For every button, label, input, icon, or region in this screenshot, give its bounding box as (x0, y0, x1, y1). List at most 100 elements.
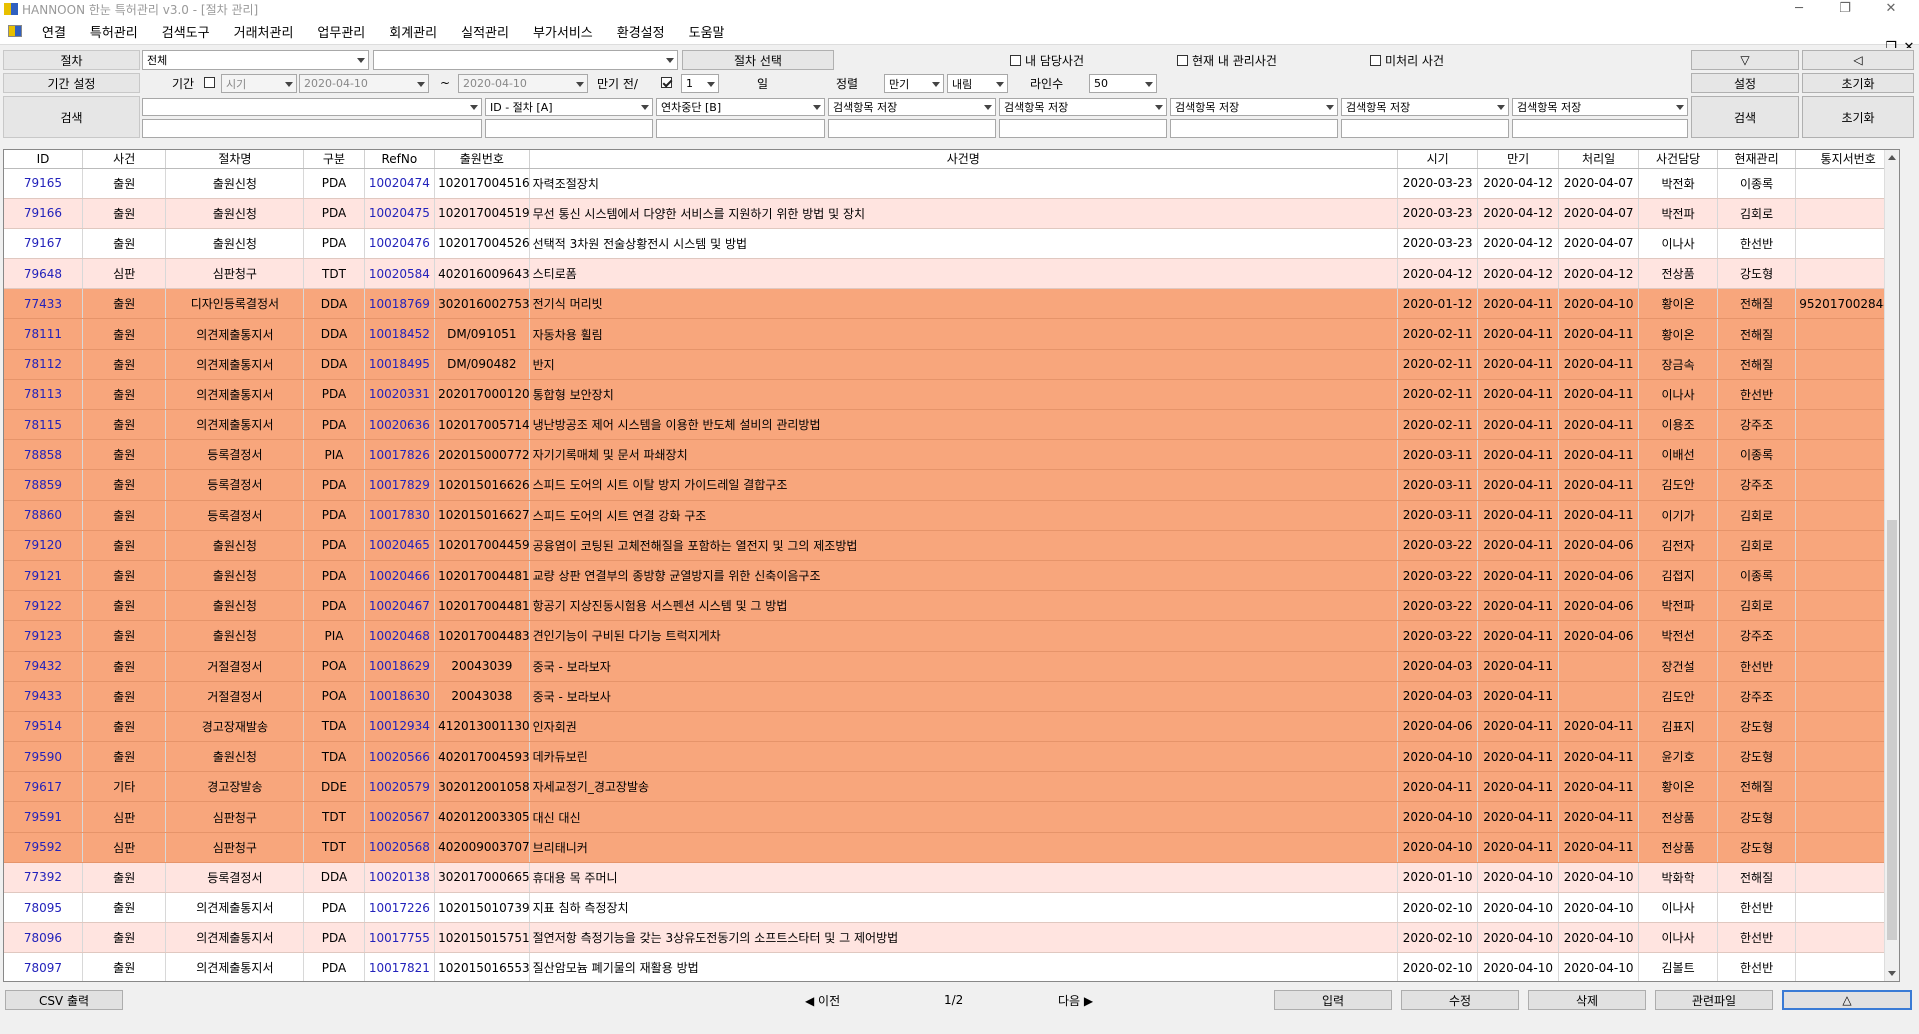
cell-ref-no[interactable]: 10020466 (364, 560, 436, 592)
scroll-up-icon[interactable] (1888, 155, 1896, 160)
cell-ref-no[interactable]: 10020475 (364, 198, 436, 229)
column-header-case-manager[interactable]: 사건담당 (1638, 150, 1718, 169)
cell-id[interactable]: 79590 (4, 741, 83, 773)
cell-id[interactable]: 79167 (4, 228, 83, 260)
table-row[interactable]: 78112 출원 의견제출통지서 DDA 10018495 DM/090482 반지 2020… (4, 349, 1899, 380)
table-row[interactable]: 79165 출원 출원신청 PDA 10020474 1020170045164 자력조절장… (4, 168, 1899, 199)
cell-ref-no[interactable]: 10012934 (364, 711, 436, 743)
menu-connect[interactable]: 연결 (30, 22, 78, 41)
column-header-processed-date[interactable]: 처리일 (1558, 150, 1640, 169)
scroll-top-button[interactable]: △ (1782, 990, 1912, 1010)
menu-search-tools[interactable]: 검색도구 (150, 22, 222, 41)
edit-button[interactable]: 수정 (1401, 990, 1519, 1010)
table-row[interactable]: 79617 기타 경고장발송 DDE 10020579 3020120010583 자세교정… (4, 771, 1899, 803)
cell-id[interactable]: 77392 (4, 862, 83, 894)
table-row[interactable]: 79432 출원 거절결정서 POA 10018629 20043039 중국 - 보라보자… (4, 651, 1899, 682)
date-from-picker[interactable]: 2020-04-10 (299, 74, 429, 93)
cell-ref-no[interactable]: 10020138 (364, 862, 436, 894)
line-count-select[interactable]: 50 (1089, 74, 1157, 93)
cell-ref-no[interactable]: 10017829 (364, 469, 436, 501)
back-button[interactable]: ◁ (1802, 50, 1914, 70)
search-input-6[interactable] (1170, 119, 1338, 138)
table-row[interactable]: 79591 심판 심판청구 TDT 10020567 4020120033053 대신 대신… (4, 801, 1899, 833)
cell-id[interactable]: 77433 (4, 288, 83, 320)
table-row[interactable]: 79167 출원 출원신청 PDA 10020476 1020170045267 선택적 3… (4, 228, 1899, 260)
column-header-id[interactable]: ID (4, 150, 83, 169)
table-row[interactable]: 78111 출원 의견제출통지서 DDA 10018452 DM/091051 자동차용 휠… (4, 318, 1899, 350)
table-row[interactable]: 79123 출원 출원신청 PIA 10020468 1020170044833 견인기능이… (4, 620, 1899, 652)
search-field-select-6[interactable]: 검색항목 저장 (1170, 98, 1338, 116)
search-field-select-1[interactable] (142, 98, 482, 116)
cell-ref-no[interactable]: 10020636 (364, 409, 436, 441)
table-row[interactable]: 79166 출원 출원신청 PDA 10020475 1020170045199 무선 통신… (4, 198, 1899, 229)
cell-ref-no[interactable]: 10017830 (364, 500, 436, 531)
date-to-picker[interactable]: 2020-04-10 (458, 74, 588, 93)
search-field-select-7[interactable]: 검색항목 저장 (1341, 98, 1509, 116)
table-row[interactable]: 79592 심판 심판청구 TDT 10020568 4020090037079 브리태니커… (4, 832, 1899, 863)
cell-id[interactable]: 78095 (4, 892, 83, 924)
procedure-table[interactable]: ID 사건 절차명 구분 RefNo 출원번호 사건명 시기 만기 처리일 사건담당 현재관리 통지서번… (3, 149, 1900, 982)
sort-field-select[interactable]: 만기 (884, 74, 944, 93)
cell-ref-no[interactable]: 10017226 (364, 892, 436, 924)
search-input-8[interactable] (1512, 119, 1688, 138)
cell-id[interactable]: 78111 (4, 318, 83, 350)
search-field-select-2[interactable]: ID - 절차 [A] (485, 98, 653, 116)
column-header-due-date[interactable]: 만기 (1477, 150, 1559, 169)
cell-ref-no[interactable]: 10020584 (364, 258, 436, 290)
cell-ref-no[interactable]: 10020476 (364, 228, 436, 260)
cell-id[interactable]: 79166 (4, 198, 83, 229)
table-row[interactable]: 77433 출원 디자인등록결정서 DDA 10018769 3020160027534 전… (4, 288, 1899, 320)
input-button[interactable]: 입력 (1274, 990, 1392, 1010)
mdi-app-icon[interactable] (8, 25, 22, 37)
table-row[interactable]: 78860 출원 등록결정서 PDA 10017830 1020150166272 스피드 … (4, 500, 1899, 531)
menu-settings[interactable]: 환경설정 (605, 22, 677, 41)
search-input-7[interactable] (1341, 119, 1509, 138)
cell-ref-no[interactable]: 10018769 (364, 288, 436, 320)
window-close-button[interactable]: ✕ (1868, 0, 1914, 18)
window-maximize-button[interactable]: ❐ (1822, 0, 1868, 18)
table-row[interactable]: 79590 출원 출원신청 TDA 10020566 4020170045934 데카듀보린… (4, 741, 1899, 773)
search-field-select-5[interactable]: 검색항목 저장 (999, 98, 1167, 116)
cell-id[interactable]: 78113 (4, 379, 83, 411)
table-row[interactable]: 78095 출원 의견제출통지서 PDA 10017226 1020150107397 지표… (4, 892, 1899, 924)
cell-id[interactable]: 79591 (4, 801, 83, 833)
cell-ref-no[interactable]: 10018629 (364, 651, 436, 682)
table-row[interactable]: 79121 출원 출원신청 PDA 10020466 1020170044815 교량 상판… (4, 560, 1899, 592)
cell-ref-no[interactable]: 10018452 (364, 318, 436, 350)
window-minimize-button[interactable]: ─ (1776, 0, 1822, 18)
menu-help[interactable]: 도움말 (677, 22, 737, 41)
csv-export-button[interactable]: CSV 출력 (5, 990, 123, 1010)
cell-id[interactable]: 78115 (4, 409, 83, 441)
period-type-select[interactable]: 시기 (221, 74, 297, 93)
cell-id[interactable]: 78096 (4, 922, 83, 954)
cell-id[interactable]: 79121 (4, 560, 83, 592)
table-row[interactable]: 79433 출원 거절결정서 POA 10018630 20043038 중국 - 보라보사… (4, 681, 1899, 712)
collapse-button[interactable]: ▽ (1691, 50, 1799, 70)
search-reset-button[interactable]: 초기화 (1802, 96, 1914, 138)
cell-ref-no[interactable]: 10020566 (364, 741, 436, 773)
search-input-2[interactable] (485, 119, 653, 138)
column-header-case-type[interactable]: 사건 (82, 150, 167, 169)
column-header-current-manager[interactable]: 현재관리 (1717, 150, 1797, 169)
cell-id[interactable]: 79514 (4, 711, 83, 743)
menu-accounting[interactable]: 회계관리 (377, 22, 449, 41)
table-row[interactable]: 79122 출원 출원신청 PDA 10020467 1020170044817 항공기 지… (4, 590, 1899, 622)
unprocessed-checkbox[interactable]: 미처리 사건 (1370, 52, 1444, 69)
my-cases-checkbox[interactable]: 내 담당사건 (1010, 52, 1084, 69)
search-input-3[interactable] (656, 119, 825, 138)
related-files-button[interactable]: 관련파일 (1655, 990, 1773, 1010)
cell-id[interactable]: 78097 (4, 952, 83, 981)
column-header-category[interactable]: 구분 (303, 150, 365, 169)
settings-button[interactable]: 설정 (1691, 73, 1799, 93)
due-before-checkbox[interactable] (661, 77, 676, 88)
cell-ref-no[interactable]: 10020465 (364, 530, 436, 561)
column-header-timing[interactable]: 시기 (1397, 150, 1479, 169)
menu-work-management[interactable]: 업무관리 (305, 22, 377, 41)
procedure-select-button[interactable]: 절차 선택 (682, 50, 834, 70)
table-row[interactable]: 78858 출원 등록결정서 PIA 10017826 2020150007727 자기기록… (4, 439, 1899, 471)
sort-order-select[interactable]: 내림 (947, 74, 1008, 93)
procedure-select[interactable]: 전체 (142, 50, 369, 70)
search-field-select-4[interactable]: 검색항목 저장 (828, 98, 996, 116)
due-before-select[interactable]: 1 (681, 74, 719, 93)
cell-ref-no[interactable]: 10020579 (364, 771, 436, 803)
